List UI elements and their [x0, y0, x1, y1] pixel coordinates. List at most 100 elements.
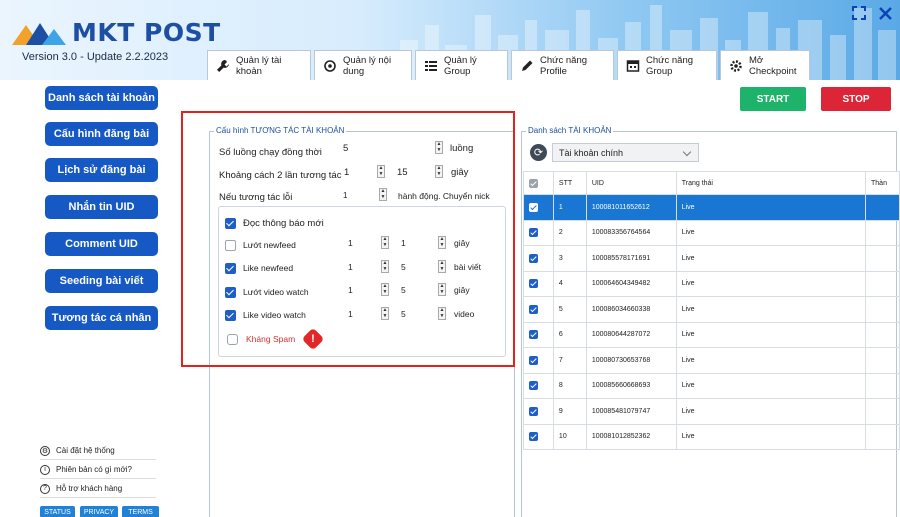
tab-label: Quản lý tài khoản: [236, 54, 282, 77]
gear-icon: [730, 59, 742, 72]
whats-new-link[interactable]: i Phiên bản có gì mới?: [40, 461, 156, 479]
row-checkbox[interactable]: [529, 202, 538, 212]
select-all-cell[interactable]: [523, 171, 554, 195]
row-uid: 100083356764564: [585, 219, 677, 246]
row-checkbox[interactable]: [529, 304, 538, 314]
table-row[interactable]: 10 100081012852362 Live: [523, 423, 900, 450]
column-header-name[interactable]: Thàn: [865, 171, 900, 195]
row-checkbox[interactable]: [529, 355, 538, 365]
row-checkbox-cell[interactable]: [523, 270, 554, 297]
row-checkbox[interactable]: [529, 228, 538, 238]
row-uid: 100064604349482: [585, 270, 677, 297]
table-row[interactable]: 5 100086034660338 Live: [523, 296, 900, 323]
tab-label: Quản lý nội dung: [343, 54, 392, 77]
tab-label: Quản lý Group: [444, 54, 477, 77]
settings-icon: ⚙: [40, 445, 50, 456]
stop-button[interactable]: STOP: [821, 87, 891, 111]
row-status: Live: [675, 372, 867, 399]
row-checkbox[interactable]: [529, 406, 538, 416]
footer-label: Hỗ trợ khách hàng: [56, 484, 123, 493]
sidebar-item-seeding-post[interactable]: Seeding bài viết: [45, 269, 158, 293]
column-header-uid[interactable]: UID: [585, 171, 677, 195]
sidebar-item-post-history[interactable]: Lịch sử đăng bài: [45, 158, 158, 182]
row-checkbox-cell[interactable]: [523, 372, 554, 399]
table-row[interactable]: 1 100081011652612 Live: [523, 194, 900, 221]
status-link[interactable]: STATUS: [40, 506, 75, 517]
row-checkbox[interactable]: [529, 330, 538, 340]
help-icon: ?: [40, 483, 50, 494]
row-checkbox[interactable]: [529, 253, 538, 263]
tab-label: Chức năng Profile: [540, 54, 588, 77]
row-checkbox[interactable]: [529, 381, 538, 391]
row-name: [865, 219, 900, 246]
privacy-link[interactable]: PRIVACY: [80, 506, 118, 517]
column-header-stt[interactable]: STT: [552, 171, 587, 195]
row-status: Live: [675, 245, 867, 272]
table-row[interactable]: 9 100085481079747 Live: [523, 398, 900, 425]
table-row[interactable]: 8 100085660668693 Live: [523, 372, 900, 399]
row-name: [865, 194, 900, 221]
fullscreen-icon[interactable]: [849, 4, 869, 22]
row-checkbox[interactable]: [529, 432, 538, 442]
row-checkbox-cell[interactable]: [523, 245, 554, 272]
row-status: Live: [675, 423, 867, 450]
system-settings-link[interactable]: ⚙ Cài đặt hệ thống: [40, 442, 156, 460]
tab-profile-functions[interactable]: Chức năng Profile: [511, 50, 614, 80]
tab-group-functions[interactable]: Chức năng Group: [617, 50, 717, 80]
row-stt: 1: [552, 194, 587, 221]
account-type-select[interactable]: Tài khoản chính: [552, 143, 699, 162]
row-checkbox-cell[interactable]: [523, 219, 554, 246]
chevron-down-icon: [682, 147, 692, 157]
sidebar-item-account-list[interactable]: Danh sách tài khoản: [45, 86, 158, 110]
main-tabs: Quản lý tài khoản Quản lý nội dung Quản …: [207, 50, 810, 80]
app-logo-text: MKT POST: [72, 17, 221, 47]
list-icon: [425, 60, 437, 71]
tab-open-checkpoint[interactable]: Mở Checkpoint: [720, 50, 810, 80]
table-row[interactable]: 2 100083356764564 Live: [523, 219, 900, 246]
close-icon[interactable]: [875, 4, 895, 22]
customer-support-link[interactable]: ? Hỗ trợ khách hàng: [40, 480, 156, 498]
row-status: Live: [675, 219, 867, 246]
footer-label: Cài đặt hệ thống: [56, 446, 115, 455]
table-row[interactable]: 4 100064604349482 Live: [523, 270, 900, 297]
table-row[interactable]: 6 100080644287072 Live: [523, 321, 900, 348]
select-all-checkbox[interactable]: [529, 178, 538, 188]
row-checkbox-cell[interactable]: [523, 194, 554, 221]
row-stt: 2: [552, 219, 587, 246]
row-stt: 7: [552, 347, 587, 374]
app-version: Version 3.0 - Update 2.2.2023: [22, 51, 169, 63]
tab-account-management[interactable]: Quản lý tài khoản: [207, 50, 311, 80]
row-checkbox-cell[interactable]: [523, 347, 554, 374]
row-name: [865, 398, 900, 425]
row-checkbox-cell[interactable]: [523, 398, 554, 425]
tab-content-management[interactable]: Quản lý nội dung: [314, 50, 412, 80]
accounts-table: STT UID Trạng thái Thàn 1 10008101165261…: [523, 171, 900, 450]
tab-label: Chức năng Group: [646, 54, 694, 77]
row-name: [865, 423, 900, 450]
row-checkbox-cell[interactable]: [523, 296, 554, 323]
app-logo: MKT POST: [12, 17, 221, 47]
column-header-status[interactable]: Trạng thái: [675, 171, 867, 195]
tab-group-management[interactable]: Quản lý Group: [415, 50, 508, 80]
row-name: [865, 296, 900, 323]
row-uid: 100085660668693: [585, 372, 677, 399]
wrench-icon: [217, 59, 229, 72]
sidebar-item-personal-interaction[interactable]: Tương tác cá nhân: [45, 306, 158, 330]
sidebar-item-post-config[interactable]: Cấu hình đăng bài: [45, 122, 158, 146]
table-row[interactable]: 3 100085578171691 Live: [523, 245, 900, 272]
table-row[interactable]: 7 100080730653768 Live: [523, 347, 900, 374]
row-checkbox-cell[interactable]: [523, 423, 554, 450]
row-name: [865, 245, 900, 272]
row-stt: 3: [552, 245, 587, 272]
accounts-title: Danh sách TÀI KHOẢN: [526, 126, 614, 135]
sidebar-item-comment-uid[interactable]: Comment UID: [45, 232, 158, 256]
row-stt: 5: [552, 296, 587, 323]
account-type-value: Tài khoản chính: [559, 147, 624, 158]
start-button[interactable]: START: [740, 87, 806, 111]
row-checkbox-cell[interactable]: [523, 321, 554, 348]
refresh-icon[interactable]: ⟳: [530, 144, 547, 161]
sidebar-item-message-uid[interactable]: Nhắn tin UID: [45, 195, 158, 219]
terms-link[interactable]: TERMS: [122, 506, 159, 517]
row-uid: 100080644287072: [585, 321, 677, 348]
row-checkbox[interactable]: [529, 279, 538, 289]
